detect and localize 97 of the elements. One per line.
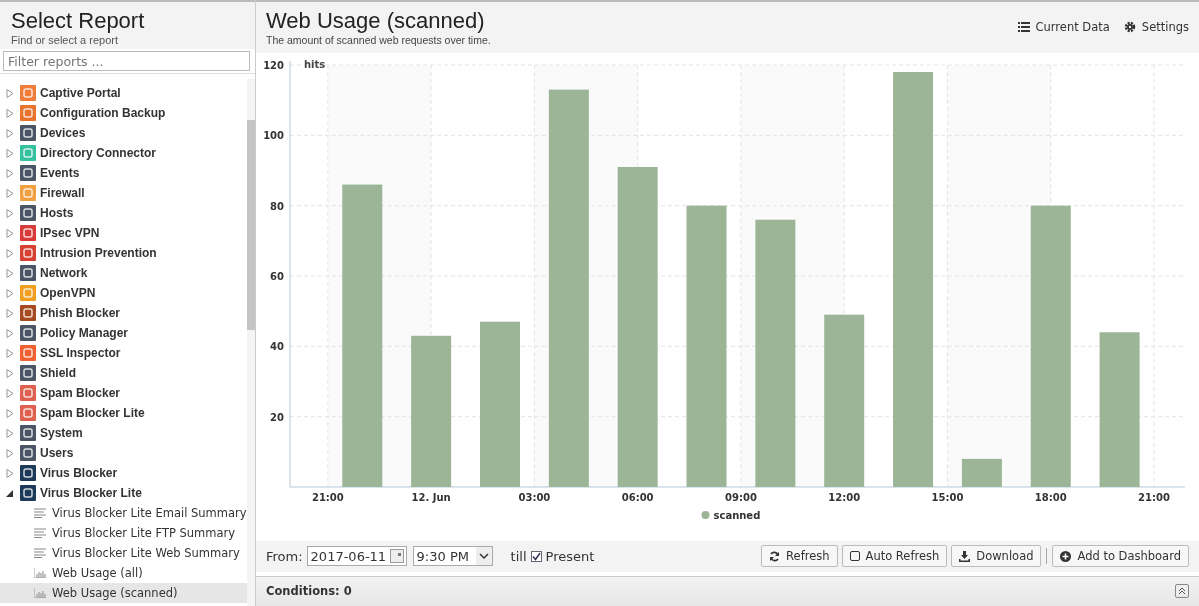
y-tick-label: 120 (263, 60, 284, 72)
filter-field[interactable]: Filter reports ... (3, 51, 250, 71)
tree-item[interactable]: System (0, 423, 247, 443)
y-tick-label: 20 (270, 411, 284, 423)
present-label: Present (545, 548, 595, 564)
tree-item[interactable]: Network (0, 263, 247, 283)
sidebar-subtitle: Find or select a report (11, 34, 119, 46)
expand-arrow-icon[interactable] (6, 368, 14, 378)
download-icon (959, 550, 971, 562)
tree-item[interactable]: Phish Blocker (0, 303, 247, 323)
tree-item[interactable]: Virus Blocker Lite (0, 483, 247, 503)
tree-item[interactable]: Directory Connector (0, 143, 247, 163)
expand-arrow-icon[interactable] (6, 228, 14, 238)
calendar-icon[interactable] (389, 549, 404, 564)
till-label: till (510, 548, 527, 564)
expand-arrow-icon[interactable] (6, 208, 14, 218)
from-label: From: (266, 548, 303, 564)
tree-item[interactable]: SSL Inspector (0, 343, 247, 363)
y-tick-label: 80 (270, 200, 284, 212)
tree-item[interactable]: OpenVPN (0, 283, 247, 303)
x-tick-label: 15:00 (931, 492, 964, 504)
time-dropdown[interactable]: 9:30 PM (412, 546, 493, 567)
text-lines-icon (34, 528, 46, 538)
header-link[interactable]: Settings (1123, 20, 1189, 34)
x-tick-label: 18:00 (1034, 492, 1067, 504)
add-icon (1060, 550, 1072, 562)
text-lines-icon (34, 508, 46, 518)
present-checkbox[interactable] (530, 550, 542, 562)
collapse-arrow-icon[interactable] (6, 488, 14, 498)
tree-item[interactable]: Spam Blocker (0, 383, 247, 403)
report-description: The amount of scanned web requests over time. (266, 34, 491, 46)
expand-arrow-icon[interactable] (6, 328, 14, 338)
report-title: Web Usage (scanned) (266, 8, 486, 34)
legend-label[interactable]: scanned (713, 510, 761, 522)
expand-arrow-icon[interactable] (6, 408, 14, 418)
tree-item[interactable]: Configuration Backup (0, 103, 247, 123)
expand-arrow-icon[interactable] (6, 88, 14, 98)
toolbar-button[interactable]: Download (951, 545, 1042, 568)
x-tick-label: 12. Jun (411, 492, 451, 504)
y-axis-label: hits (304, 59, 326, 71)
y-tick-label: 60 (270, 271, 284, 283)
x-tick-label: 21:00 (1138, 492, 1170, 504)
report-item[interactable]: Virus Blocker Lite FTP Summary (0, 523, 247, 543)
header-link[interactable]: Current Data (1017, 20, 1110, 34)
tree-item[interactable]: Firewall (0, 183, 247, 203)
expand-arrow-icon[interactable] (6, 268, 14, 278)
expand-arrow-icon[interactable] (6, 148, 14, 158)
refresh-icon (769, 550, 781, 562)
tree-item[interactable]: IPsec VPN (0, 223, 247, 243)
report-item[interactable]: Web Usage (all) (0, 563, 247, 583)
bar (961, 459, 1002, 488)
checkbox-icon (849, 551, 860, 562)
tree-item[interactable]: Virus Blocker (0, 463, 247, 483)
expand-arrow-icon[interactable] (6, 308, 14, 318)
text-lines-icon (34, 548, 46, 558)
tree-item[interactable]: Shield (0, 363, 247, 383)
expand-arrow-icon[interactable] (6, 108, 14, 118)
expand-arrow-icon[interactable] (6, 388, 14, 398)
bar-chart-icon (34, 588, 46, 598)
tree-item[interactable]: Policy Manager (0, 323, 247, 343)
x-tick-label: 06:00 (621, 492, 654, 504)
tree-item[interactable]: Events (0, 163, 247, 183)
expand-arrow-icon[interactable] (6, 288, 14, 298)
x-tick-label: 09:00 (725, 492, 757, 504)
report-item[interactable]: Virus Blocker Lite Web Summary (0, 543, 247, 563)
bar-chart-icon (34, 568, 46, 578)
caret-icon (475, 547, 492, 566)
y-tick-label: 100 (263, 130, 284, 142)
toolbar-button[interactable]: Auto Refresh (841, 545, 948, 568)
report-item[interactable]: Virus Blocker Lite Email Summary (0, 503, 247, 523)
expand-arrow-icon[interactable] (6, 448, 14, 458)
x-tick-label: 03:00 (518, 492, 551, 504)
y-tick-label: 40 (270, 341, 284, 353)
expand-arrow-icon[interactable] (6, 168, 14, 178)
settings-icon (1123, 21, 1136, 33)
tree-item[interactable]: Spam Blocker Lite (0, 403, 247, 423)
report-item[interactable]: Web Usage (scanned) (0, 583, 247, 603)
conditions-label: Conditions: 0 (266, 584, 352, 599)
tree-item[interactable]: Intrusion Prevention (0, 243, 247, 263)
list-icon (1017, 22, 1030, 32)
expand-arrow-icon[interactable] (6, 248, 14, 258)
toolbar-button[interactable]: Refresh (761, 545, 838, 568)
expand-arrow-icon[interactable] (6, 188, 14, 198)
tree-item[interactable]: Hosts (0, 203, 247, 223)
tree-item[interactable]: Users (0, 443, 247, 463)
toolbar-button[interactable]: Add to Dashboard (1052, 545, 1189, 568)
expand-arrow-icon[interactable] (6, 468, 14, 478)
x-tick-label: 12:00 (828, 492, 861, 504)
sidebar-title: Select Report (11, 8, 146, 34)
x-tick-label: 21:00 (311, 492, 344, 504)
expand-arrow-icon[interactable] (6, 348, 14, 358)
tree-item[interactable]: Captive Portal (0, 83, 247, 103)
tree-item[interactable]: Devices (0, 123, 247, 143)
expand-arrow-icon[interactable] (6, 428, 14, 438)
expand-arrow-icon[interactable] (6, 128, 14, 138)
collapse-icon[interactable] (1175, 584, 1189, 599)
date-field[interactable]: 2017-06-11 (306, 546, 407, 567)
